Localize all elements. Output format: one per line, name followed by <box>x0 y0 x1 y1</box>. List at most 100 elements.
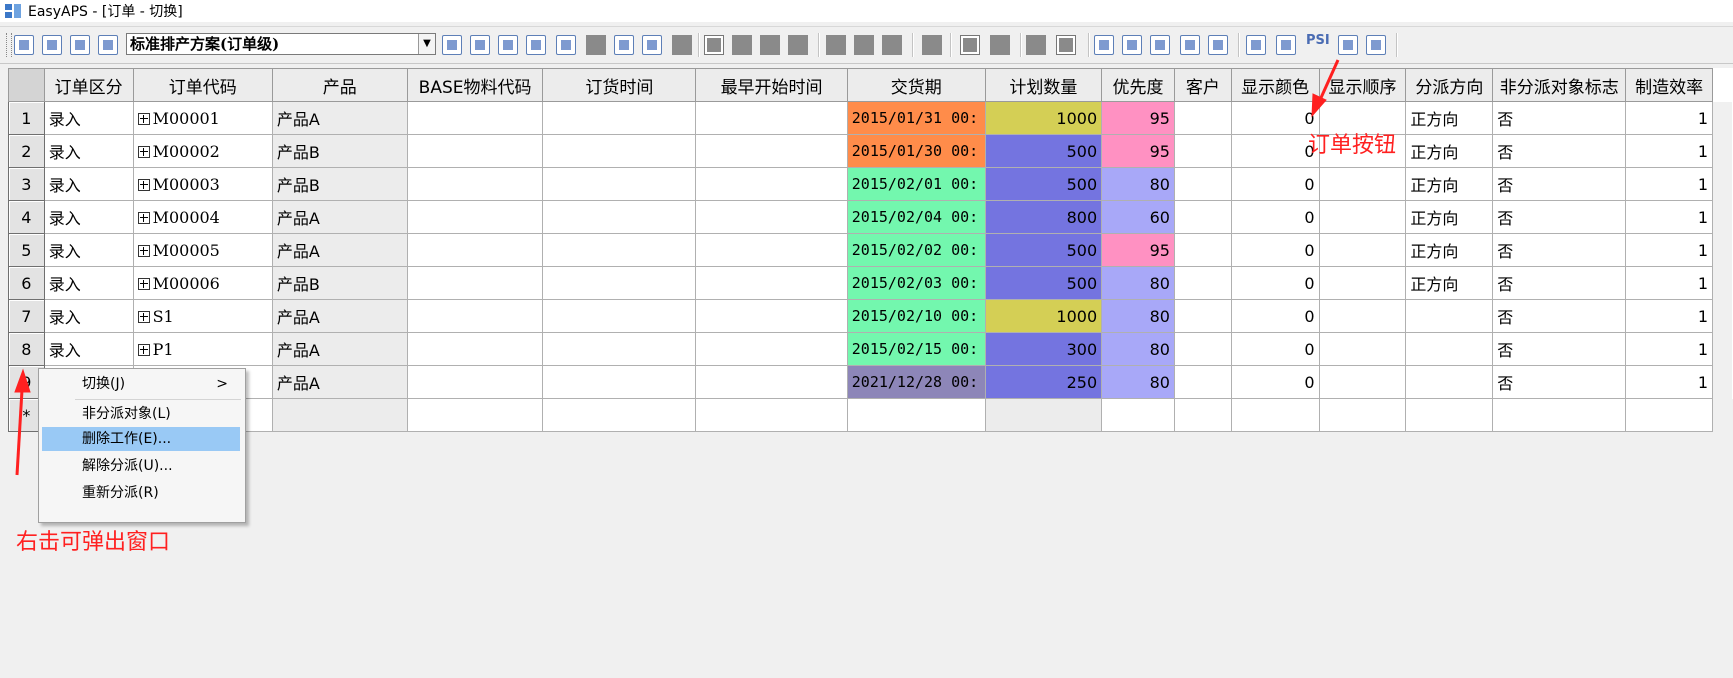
cell-dispatch-direction[interactable] <box>1405 332 1494 366</box>
col-order-code[interactable]: 订单代码 <box>132 68 273 102</box>
cell-display-color[interactable]: 0 <box>1230 167 1320 201</box>
cell-customer[interactable] <box>1173 299 1232 333</box>
cell-earliest-start[interactable] <box>695 299 848 333</box>
cell-customer[interactable] <box>1173 365 1232 399</box>
copy-icon[interactable] <box>498 35 518 55</box>
calendar-icon[interactable] <box>614 35 634 55</box>
cell-base-material[interactable] <box>406 233 544 267</box>
menu-item-non-dispatch[interactable]: 非分派对象(L) <box>42 402 240 426</box>
cell-due-date[interactable]: 2015/02/03 00: <box>846 266 986 300</box>
cell-display-order[interactable] <box>1318 299 1407 333</box>
cell-dispatch-direction[interactable]: 正方向 <box>1405 200 1494 234</box>
select-all-corner[interactable] <box>8 68 45 102</box>
expand-icon[interactable] <box>137 145 150 158</box>
cell-order-type[interactable]: 录入 <box>43 266 134 300</box>
cell-display-color[interactable]: 0 <box>1230 101 1320 135</box>
col-product[interactable]: 产品 <box>271 68 408 102</box>
table-row[interactable]: 6 录入 M00006 产品B 2015/02/03 00: 500 80 0 正方向否 1 <box>8 266 1733 300</box>
filter-icon[interactable] <box>556 35 576 55</box>
row-header[interactable]: 4 <box>8 200 45 234</box>
cell-display-color[interactable]: 0 <box>1230 200 1320 234</box>
cell-efficiency[interactable]: 1 <box>1625 266 1714 300</box>
expand-icon[interactable] <box>137 112 150 125</box>
cell-display-order[interactable] <box>1318 233 1407 267</box>
monitor-icon[interactable] <box>1366 35 1386 55</box>
cell-order-type[interactable]: 录入 <box>43 332 134 366</box>
cell-order-code[interactable]: M00003 <box>132 167 273 201</box>
scheme-select[interactable]: 标准排产方案(订单级) ▼ <box>126 33 436 55</box>
cell-dispatch-direction[interactable]: 正方向 <box>1405 167 1494 201</box>
cell-base-material[interactable] <box>406 332 544 366</box>
cell-planned-qty[interactable]: 1000 <box>984 299 1103 333</box>
cell-due-date[interactable]: 2015/02/01 00: <box>846 167 986 201</box>
cell-due-date[interactable]: 2015/01/30 00: <box>846 134 986 168</box>
cell-due-date[interactable]: 2015/02/10 00: <box>846 299 986 333</box>
row-header[interactable]: 8 <box>8 332 45 366</box>
col-dispatch-direction[interactable]: 分派方向 <box>1405 68 1494 102</box>
cell-product[interactable]: 产品A <box>271 299 408 333</box>
gantt-chart-icon[interactable] <box>1094 35 1114 55</box>
cell-priority[interactable]: 60 <box>1101 200 1175 234</box>
cell-priority[interactable]: 80 <box>1101 299 1175 333</box>
cell-product[interactable]: 产品B <box>271 134 408 168</box>
cell-due-date[interactable]: 2015/02/02 00: <box>846 233 986 267</box>
cell-product[interactable]: 产品A <box>271 101 408 135</box>
cell-non-dispatch-flag[interactable]: 否 <box>1492 266 1627 300</box>
cell-non-dispatch-flag[interactable]: 否 <box>1492 233 1627 267</box>
cell-due-date[interactable]: 2015/01/31 00: <box>846 101 986 135</box>
menu-item-undispatch[interactable]: 解除分派(U)... <box>42 454 240 478</box>
cell-base-material[interactable] <box>406 266 544 300</box>
cell-base-material[interactable] <box>406 134 544 168</box>
cell-customer[interactable] <box>1173 134 1232 168</box>
info-icon[interactable] <box>1208 35 1228 55</box>
cell-order-type[interactable]: 录入 <box>43 200 134 234</box>
cell-earliest-start[interactable] <box>695 266 848 300</box>
table-row[interactable]: 8 录入 P1 产品A 2015/02/15 00: 300 80 0 否 1 <box>8 332 1733 366</box>
table-row[interactable]: 2 录入 M00002 产品B 2015/01/30 00: 500 95 0 正方向否 1 <box>8 134 1733 168</box>
cell-display-color[interactable]: 0 <box>1230 299 1320 333</box>
cell-dispatch-direction[interactable]: 正方向 <box>1405 266 1494 300</box>
table-row[interactable]: 5 录入 M00005 产品A 2015/02/02 00: 500 95 0 正方向否 1 <box>8 233 1733 267</box>
cell-customer[interactable] <box>1173 266 1232 300</box>
order-button-icon[interactable] <box>1276 35 1296 55</box>
table-row[interactable]: 9 产品A 2021/12/28 00: 250 80 0 否 1 <box>8 365 1733 399</box>
cell-planned-qty[interactable]: 500 <box>984 233 1103 267</box>
expand-icon[interactable] <box>137 277 150 290</box>
menu-item-switch[interactable]: 切换(J) > <box>42 372 240 396</box>
home-icon[interactable] <box>1180 35 1200 55</box>
cell-display-color[interactable]: 0 <box>1230 134 1320 168</box>
cell-earliest-start[interactable] <box>695 167 848 201</box>
toolbar-grip[interactable] <box>6 33 12 57</box>
document-icon[interactable] <box>1338 35 1358 55</box>
cell-efficiency[interactable]: 1 <box>1625 332 1714 366</box>
cell-planned-qty[interactable]: 500 <box>984 167 1103 201</box>
row-header[interactable]: 6 <box>8 266 45 300</box>
cell-dispatch-direction[interactable]: 正方向 <box>1405 233 1494 267</box>
cell-priority[interactable]: 80 <box>1101 167 1175 201</box>
col-order-time[interactable]: 订货时间 <box>542 68 697 102</box>
col-due-date[interactable]: 交货期 <box>846 68 986 102</box>
cell-dispatch-direction[interactable]: 正方向 <box>1405 101 1494 135</box>
cell-non-dispatch-flag[interactable]: 否 <box>1492 101 1627 135</box>
cell-priority[interactable]: 95 <box>1101 233 1175 267</box>
cell-product[interactable]: 产品B <box>271 167 408 201</box>
cell-base-material[interactable] <box>406 167 544 201</box>
cell-earliest-start[interactable] <box>695 200 848 234</box>
cell-order-type[interactable]: 录入 <box>43 299 134 333</box>
new-row-cell[interactable] <box>1625 398 1714 432</box>
cell-product[interactable]: 产品A <box>271 365 408 399</box>
cell-due-date[interactable]: 2021/12/28 00: <box>846 365 986 399</box>
col-efficiency[interactable]: 制造效率 <box>1625 68 1714 102</box>
cell-order-time[interactable] <box>542 332 697 366</box>
expand-icon[interactable] <box>137 310 150 323</box>
cell-non-dispatch-flag[interactable]: 否 <box>1492 167 1627 201</box>
col-planned-qty[interactable]: 计划数量 <box>984 68 1103 102</box>
cell-order-time[interactable] <box>542 365 697 399</box>
printer-setup-icon[interactable] <box>98 35 118 55</box>
cell-efficiency[interactable]: 1 <box>1625 200 1714 234</box>
col-customer[interactable]: 客户 <box>1173 68 1232 102</box>
row-header[interactable]: 1 <box>8 101 45 135</box>
new-row-cell[interactable] <box>406 398 544 432</box>
new-row-cell[interactable] <box>1101 398 1175 432</box>
cell-customer[interactable] <box>1173 233 1232 267</box>
